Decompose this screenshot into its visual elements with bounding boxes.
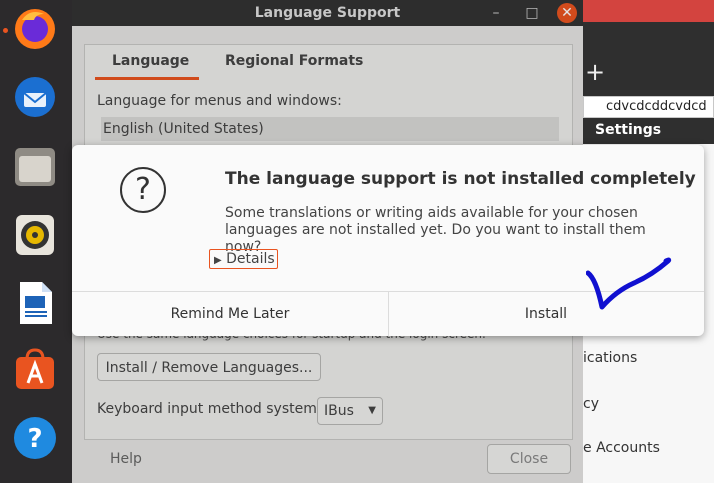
help-icon[interactable]: ? [12,415,58,461]
settings-window-topstrip [583,0,714,22]
svg-text:?: ? [27,424,42,454]
files-icon[interactable] [12,144,58,190]
firefox-icon[interactable] [12,6,58,52]
software-icon[interactable] [12,347,58,393]
settings-title: Settings [595,122,662,138]
new-tab-icon[interactable]: + [585,60,605,84]
details-label: Details [226,251,275,267]
libreoffice-writer-icon[interactable] [12,280,58,326]
dock: ? [0,0,72,483]
remind-me-later-button[interactable]: Remind Me Later [72,292,388,336]
question-icon: ? [120,167,166,213]
thunderbird-icon[interactable] [12,74,58,120]
settings-list-item-online-accounts[interactable]: e Accounts [583,440,660,456]
search-input[interactable]: cdvcdcddcvdcd [583,96,714,118]
dialog-title: The language support is not installed co… [225,169,696,189]
settings-list-item-notifications[interactable]: ications [583,350,637,366]
expander-triangle-icon: ▶ [214,255,222,266]
details-expander[interactable]: ▶ Details [209,249,278,269]
dialog-message: Some translations or writing aids availa… [225,205,646,255]
settings-list-item-privacy[interactable]: cy [583,396,599,412]
rhythmbox-icon[interactable] [12,212,58,258]
checkmark-annotation-icon [586,257,672,310]
active-indicator [3,28,8,33]
